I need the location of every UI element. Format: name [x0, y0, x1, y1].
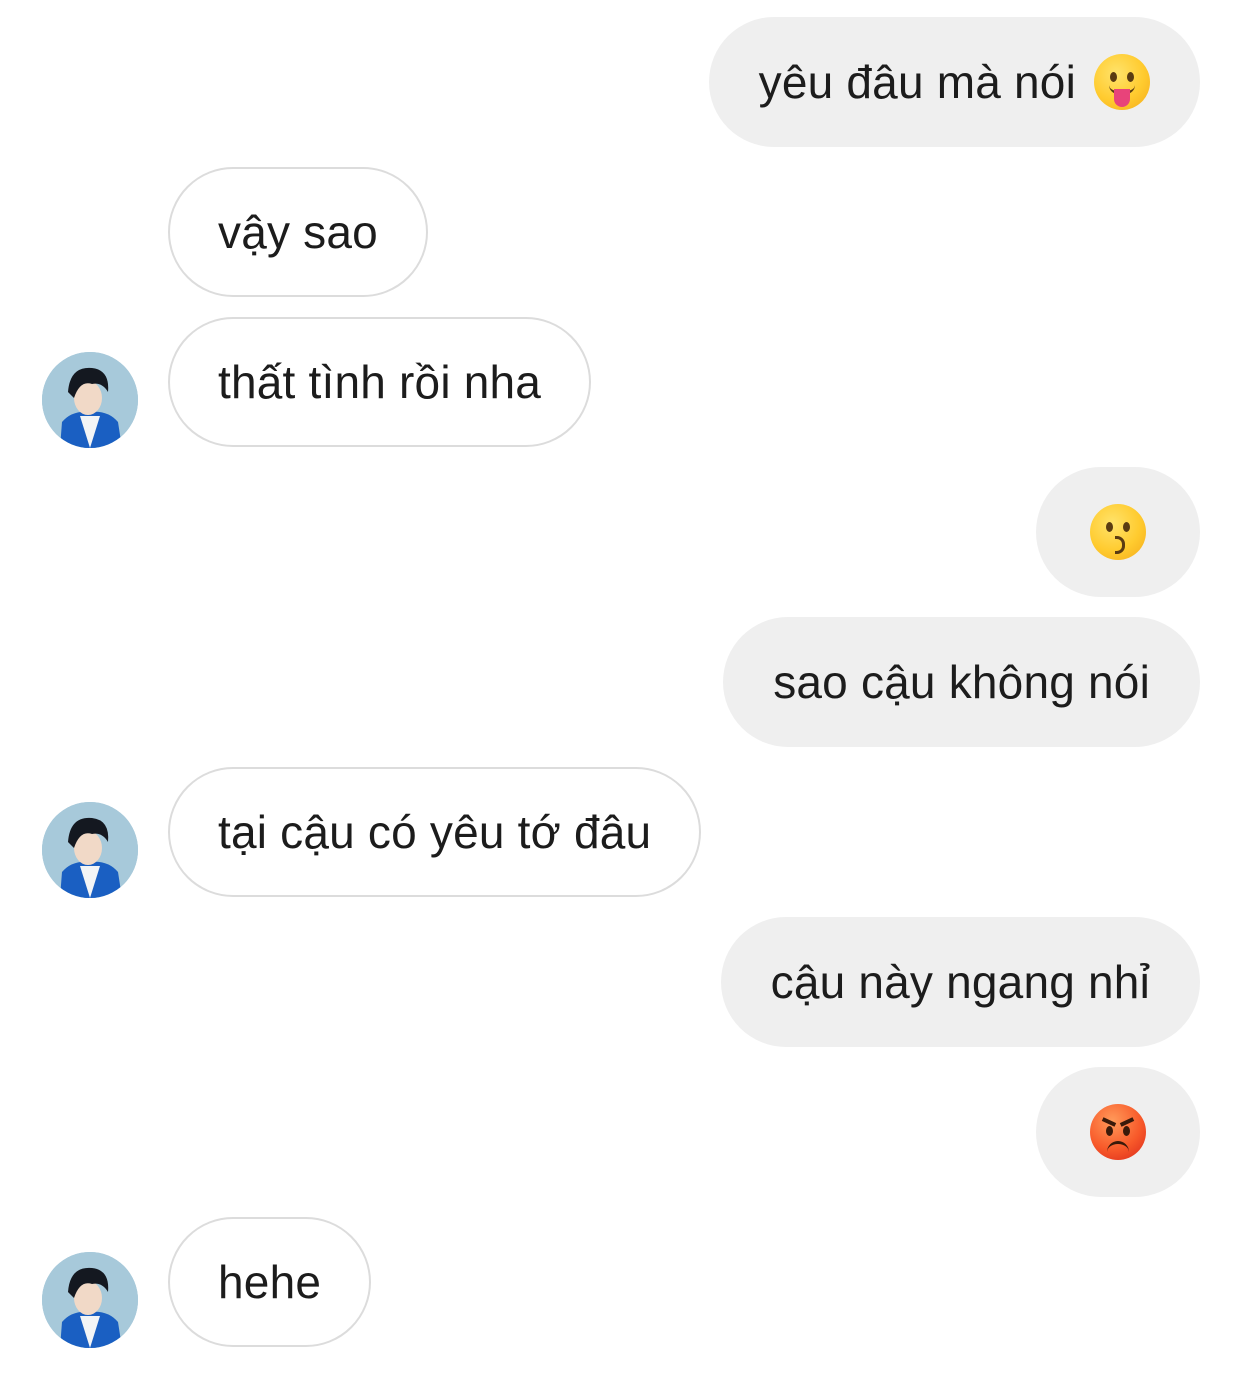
contact-avatar[interactable] — [42, 352, 138, 448]
message-text: vậy sao — [218, 206, 378, 258]
contact-avatar[interactable] — [42, 802, 138, 898]
message-text: tại cậu có yêu tớ đâu — [218, 806, 652, 858]
message-text: thất tình rồi nha — [218, 356, 542, 408]
message-text: hehe — [218, 1256, 322, 1308]
chat-thread: yêu đâu mà nói vậy sao thất tình rồi nha… — [0, 0, 1242, 1374]
message-text: cậu này ngang nhỉ — [770, 956, 1150, 1008]
message-bubble-outgoing[interactable]: yêu đâu mà nói — [708, 17, 1200, 147]
contact-avatar[interactable] — [42, 1252, 138, 1348]
message-bubble-incoming[interactable]: thất tình rồi nha — [168, 317, 592, 447]
message-text: sao cậu không nói — [773, 656, 1150, 708]
message-bubble-outgoing[interactable]: cậu này ngang nhỉ — [720, 917, 1200, 1047]
message-bubble-incoming[interactable]: tại cậu có yêu tớ đâu — [168, 767, 702, 897]
message-bubble-incoming[interactable]: vậy sao — [168, 167, 428, 297]
message-bubble-outgoing[interactable]: sao cậu không nói — [723, 617, 1200, 747]
message-text: yêu đâu mà nói — [758, 56, 1076, 108]
angry-face-emoji-icon — [1090, 1104, 1146, 1160]
message-bubble-outgoing[interactable] — [1036, 1067, 1200, 1197]
message-bubble-outgoing[interactable] — [1036, 467, 1200, 597]
kissing-face-emoji-icon — [1090, 504, 1146, 560]
message-bubble-incoming[interactable]: hehe — [168, 1217, 372, 1347]
tongue-face-emoji-icon — [1094, 54, 1150, 110]
